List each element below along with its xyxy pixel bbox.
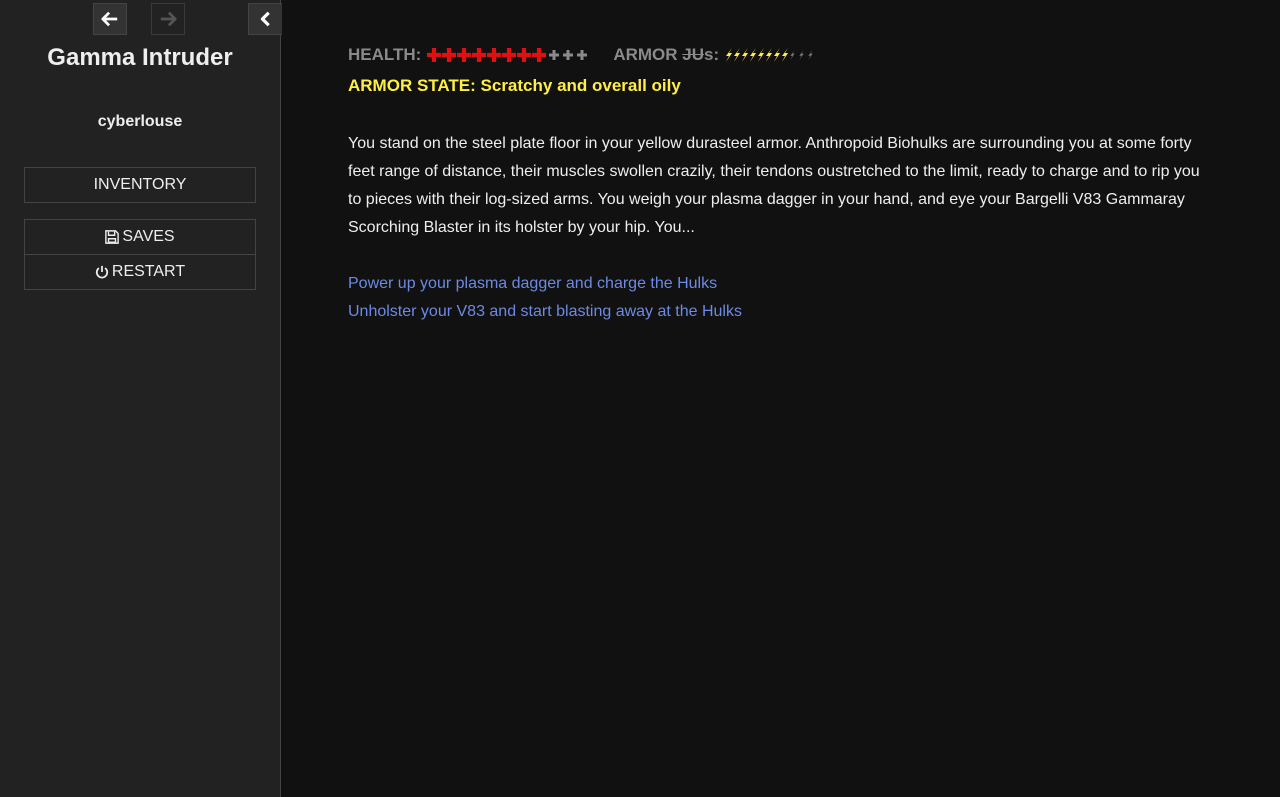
health-meter: [427, 48, 589, 62]
armor-lightning-icon: [774, 48, 781, 62]
health-cross-icon: [502, 48, 517, 62]
restart-button[interactable]: RESTART: [24, 254, 256, 290]
armor-state: ARMOR STATE: Scratchy and overall oily: [348, 76, 681, 95]
health-cross-icon: [487, 48, 502, 62]
armor-lightning-icon: [750, 48, 757, 62]
stats-line: HEALTH: ARMOR JUs:: [348, 45, 816, 65]
health-cross-empty-icon: [549, 50, 560, 60]
floppy-disk-icon: [105, 230, 120, 244]
history-forward-button[interactable]: [151, 3, 185, 35]
armor-lightning-icon: [742, 48, 749, 62]
inventory-label: INVENTORY: [93, 176, 187, 193]
armor-lightning-empty-icon: [808, 50, 813, 60]
armor-lightning-icon: [782, 48, 789, 62]
story-text: You stand on the steel plate floor in yo…: [348, 135, 1200, 236]
armor-label: ARMOR JUs:: [613, 45, 719, 65]
armor-lightning-empty-icon: [799, 50, 804, 60]
power-icon: [95, 265, 109, 279]
armor-label-suffix: s:: [704, 45, 720, 64]
health-cross-icon: [532, 48, 547, 62]
arrow-left-icon: [101, 11, 118, 27]
health-cross-icon: [517, 48, 532, 62]
health-cross-icon: [442, 48, 457, 62]
history-back-button[interactable]: [93, 3, 127, 35]
armor-label-strike: JU: [682, 45, 705, 64]
story-author: cyberlouse: [97, 113, 183, 130]
chevron-left-icon: [260, 11, 270, 27]
choice-link-blaster[interactable]: Unholster your V83 and start blasting aw…: [348, 298, 742, 326]
restart-label: RESTART: [111, 263, 186, 280]
sidebar: Gamma Intruder cyberlouse INVENTORY SAVE…: [0, 0, 282, 797]
inventory-button[interactable]: INVENTORY: [24, 167, 256, 203]
armor-label-prefix: ARMOR: [613, 45, 683, 64]
armor-lightning-icon: [734, 48, 741, 62]
armor-meter: [725, 48, 816, 62]
health-cross-icon: [472, 48, 487, 62]
health-label: HEALTH:: [348, 45, 422, 64]
health-cross-empty-icon: [577, 50, 588, 60]
health-cross-icon: [427, 48, 442, 62]
armor-lightning-icon: [766, 48, 773, 62]
arrow-right-icon: [160, 11, 177, 27]
health-cross-empty-icon: [563, 50, 574, 60]
saves-label: SAVES: [122, 228, 175, 245]
health-cross-icon: [457, 48, 472, 62]
armor-lightning-empty-icon: [790, 50, 795, 60]
choice-link-dagger[interactable]: Power up your plasma dagger and charge t…: [348, 270, 742, 298]
saves-button[interactable]: SAVES: [24, 219, 256, 255]
armor-lightning-icon: [726, 48, 733, 62]
armor-lightning-icon: [758, 48, 765, 62]
sidebar-toggle-button[interactable]: [248, 3, 282, 35]
choice-list: Power up your plasma dagger and charge t…: [348, 270, 742, 326]
story-title: Gamma Intruder: [47, 44, 233, 71]
